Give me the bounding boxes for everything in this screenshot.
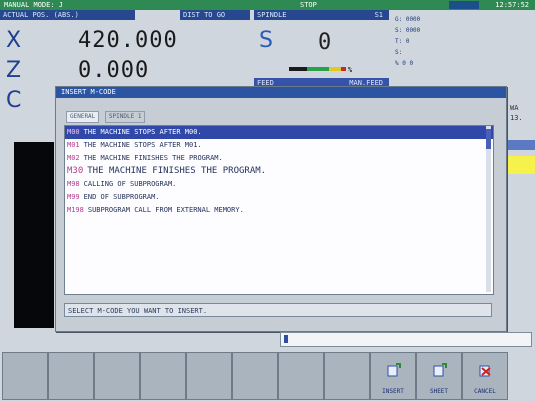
mode-label: MANUAL MODE: J [4, 1, 64, 9]
list-item[interactable]: M00 THE MACHINE STOPS AFTER M00. [65, 126, 493, 139]
list-item[interactable]: M198 SUBPROGRAM CALL FROM EXTERNAL MEMORY… [65, 204, 493, 217]
spindle-letter: S [259, 28, 273, 53]
softkey-6[interactable] [232, 352, 278, 400]
load-bar-green [307, 67, 329, 71]
tab-spindle[interactable]: SPINDLE 1 [104, 111, 146, 123]
softkey-bar: INSERT SHEET CANCEL [0, 352, 535, 402]
insert-label: INSERT [382, 388, 404, 395]
status-bar: MANUAL MODE: J STOP 12:57:52 [0, 0, 535, 10]
sheet-label: SHEET [429, 388, 449, 395]
info-row: S: 0000 [395, 27, 421, 34]
cancel-icon [479, 365, 491, 377]
side-label: 13. [510, 114, 523, 122]
dist-to-go-header: DIST TO GO [180, 10, 250, 20]
softkey-8[interactable] [324, 352, 370, 400]
dialog-title: INSERT M-CODE [56, 87, 506, 98]
side-label: WA [510, 104, 519, 112]
axis-z-value: 0.000 [78, 58, 150, 83]
side-indicator-blue [503, 140, 535, 150]
sheet-button[interactable]: SHEET [416, 352, 462, 400]
insert-mcode-dialog: INSERT M-CODE GENERAL SPINDLE 1 M00 THE M… [55, 86, 507, 332]
load-bar-red [341, 67, 346, 71]
dialog-hint: SELECT M-CODE YOU WANT TO INSERT. [64, 303, 492, 317]
status-chip [449, 1, 479, 9]
tab-general[interactable]: GENERAL [66, 111, 100, 123]
info-panel: G: 0000 S: 0000 T: 0 S: % 0 0 [395, 14, 535, 84]
spindle-header: SPINDLE S1 [254, 10, 389, 20]
preview-panel [14, 142, 54, 328]
softkey-1[interactable] [2, 352, 48, 400]
softkey-4[interactable] [140, 352, 186, 400]
sheet-icon [433, 363, 447, 377]
list-item[interactable]: M01 THE MACHINE STOPS AFTER M01. [65, 139, 493, 152]
cancel-label: CANCEL [474, 388, 496, 395]
spindle-value: 0 [318, 30, 332, 55]
insert-button[interactable]: INSERT [370, 352, 416, 400]
actual-pos-header: ACTUAL POS. (ABS.) [0, 10, 135, 20]
list-item[interactable]: M02 THE MACHINE FINISHES THE PROGRAM. [65, 152, 493, 165]
load-bar-black [289, 67, 307, 71]
axis-x-label: X [6, 28, 22, 53]
info-row: % 0 0 [395, 60, 414, 67]
list-scrollbar[interactable] [486, 126, 491, 292]
scroll-thumb[interactable] [486, 129, 491, 149]
info-row: S: [395, 49, 403, 56]
list-item[interactable]: M98 CALLING OF SUBPROGRAM. [65, 178, 493, 191]
softkey-5[interactable] [186, 352, 232, 400]
load-bar-yellow [329, 67, 341, 71]
input-line[interactable] [280, 332, 532, 347]
insert-icon [387, 363, 401, 377]
softkey-7[interactable] [278, 352, 324, 400]
info-row: T: 0 [395, 38, 410, 45]
cnc-screen: MANUAL MODE: J STOP 12:57:52 ACTUAL POS.… [0, 0, 535, 402]
clock: 12:57:52 [495, 1, 529, 9]
side-indicator-yellow [503, 156, 535, 174]
cursor-icon [284, 335, 288, 343]
dialog-tabs: GENERAL SPINDLE 1 [66, 111, 147, 123]
softkey-2[interactable] [48, 352, 94, 400]
axis-c-label: C [6, 88, 22, 113]
spindle-unit: % [348, 66, 353, 74]
mcode-list[interactable]: M00 THE MACHINE STOPS AFTER M00. M01 THE M… [64, 125, 494, 295]
run-state: STOP [300, 1, 317, 9]
list-item[interactable]: M30 THE MACHINE FINISHES THE PROGRAM. [65, 165, 493, 178]
info-row: G: 0000 [395, 16, 421, 23]
cancel-button[interactable]: CANCEL [462, 352, 508, 400]
axis-x-value: 420.000 [78, 28, 178, 53]
list-item[interactable]: M99 END OF SUBPROGRAM. [65, 191, 493, 204]
axis-z-label: Z [6, 58, 22, 83]
softkey-3[interactable] [94, 352, 140, 400]
